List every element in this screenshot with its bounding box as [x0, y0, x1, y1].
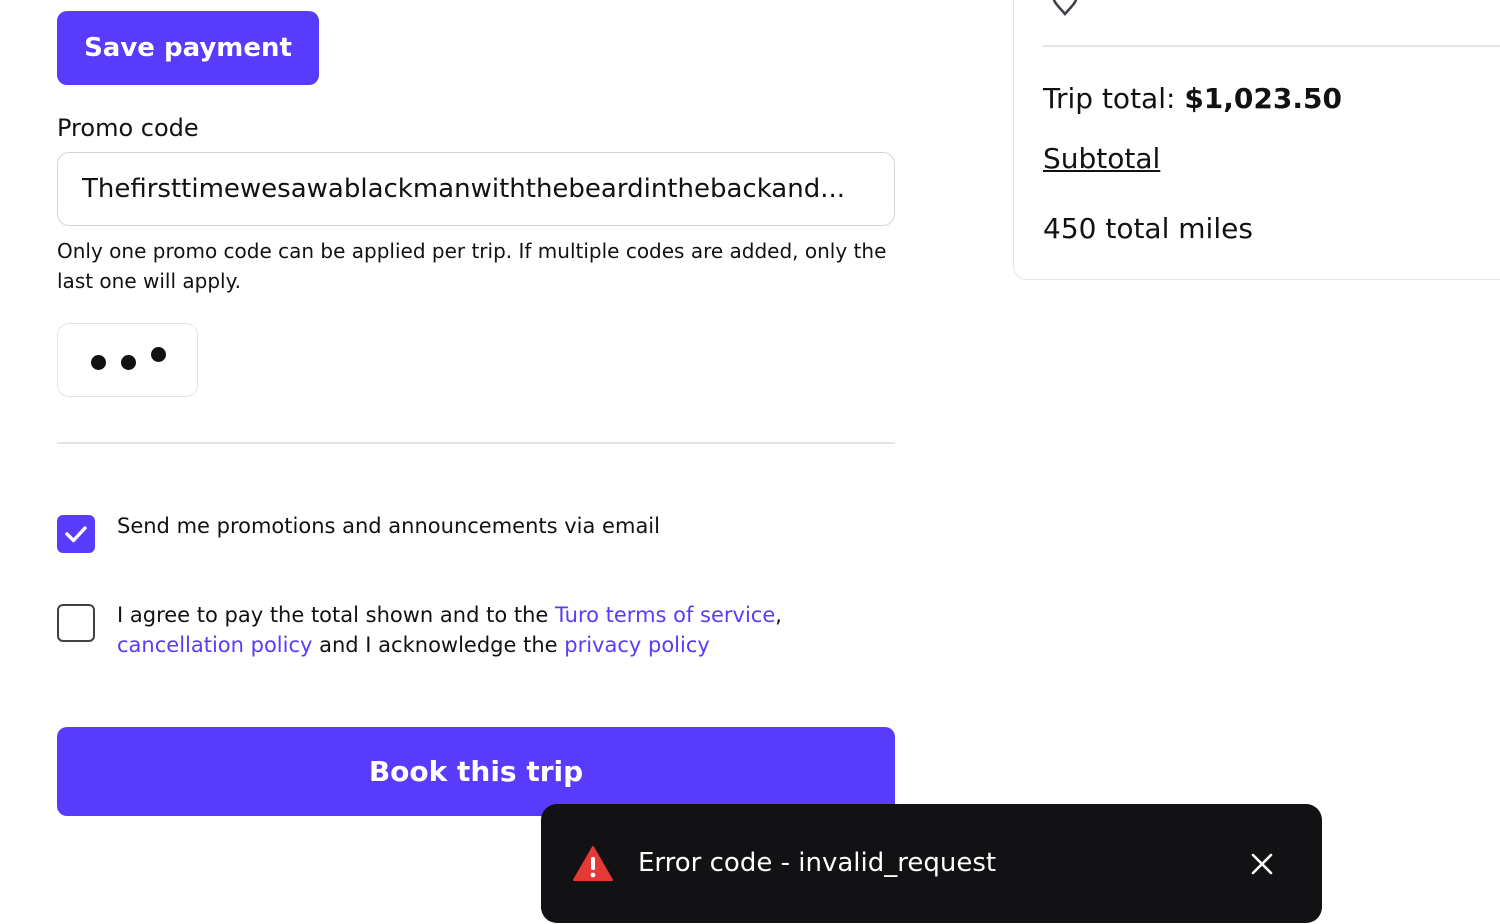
promo-code-label: Promo code: [57, 114, 199, 142]
terms-of-service-link[interactable]: Turo terms of service: [555, 603, 775, 627]
checkmark-icon: [65, 526, 87, 543]
more-dot-icon: [91, 355, 106, 370]
comma-text: ,: [775, 603, 782, 627]
location-pin-icon: [1052, 0, 1078, 16]
privacy-policy-link[interactable]: privacy policy: [564, 633, 710, 657]
agree-terms-checkbox[interactable]: [57, 604, 95, 642]
promotions-email-checkbox[interactable]: [57, 515, 95, 553]
cancellation-policy-link[interactable]: cancellation policy: [117, 633, 312, 657]
agree-middle-text: and I acknowledge the: [312, 633, 565, 657]
save-payment-button[interactable]: Save payment: [57, 11, 319, 85]
error-toast-message: Error code - invalid_request: [638, 848, 997, 878]
agree-terms-label: I agree to pay the total shown and to th…: [117, 600, 817, 660]
more-options-button[interactable]: [57, 323, 198, 397]
more-dot-icon: [151, 347, 166, 362]
trip-total-value: $1,023.50: [1184, 82, 1342, 115]
section-divider: [57, 442, 895, 444]
warning-icon: [573, 846, 613, 881]
agree-prefix-text: I agree to pay the total shown and to th…: [117, 603, 555, 627]
total-miles-text: 450 total miles: [1043, 212, 1253, 245]
book-trip-button[interactable]: Book this trip: [57, 727, 895, 816]
more-dot-icon: [121, 355, 136, 370]
promo-code-help-text: Only one promo code can be applied per t…: [57, 239, 887, 293]
trip-total: Trip total: $1,023.50: [1043, 82, 1342, 115]
close-toast-button[interactable]: [1244, 846, 1280, 882]
promotions-email-label: Send me promotions and announcements via…: [117, 514, 660, 538]
promo-code-input[interactable]: [57, 152, 895, 226]
close-icon: [1251, 853, 1273, 875]
card-divider: [1043, 45, 1500, 47]
trip-total-label: Trip total:: [1043, 82, 1185, 115]
subtotal-link[interactable]: Subtotal: [1043, 142, 1160, 175]
